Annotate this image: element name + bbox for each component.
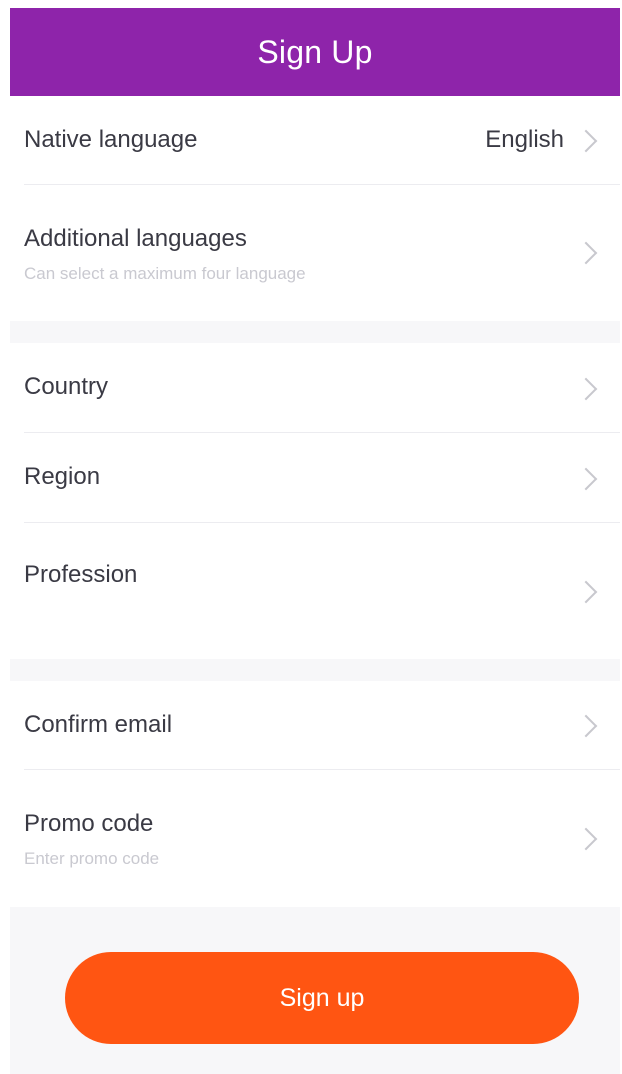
profession-row[interactable]: Profession xyxy=(10,523,620,659)
chevron-right-icon xyxy=(574,129,598,153)
region-label: Region xyxy=(24,463,101,490)
signup-button[interactable]: Sign up xyxy=(65,952,579,1044)
chevron-right-icon xyxy=(574,714,598,738)
chevron-right-icon xyxy=(574,827,598,851)
header-bar: Sign Up xyxy=(10,8,620,96)
account-group: Confirm email Promo code Enter promo cod… xyxy=(10,681,620,907)
additional-languages-label: Additional languages xyxy=(24,225,247,252)
additional-languages-row[interactable]: Additional languages Can select a maximu… xyxy=(10,185,620,321)
promo-code-placeholder[interactable]: Enter promo code xyxy=(24,849,159,869)
country-row[interactable]: Country xyxy=(10,343,620,433)
promo-code-label: Promo code xyxy=(24,810,154,837)
chevron-right-icon xyxy=(574,377,598,401)
footer: Sign up xyxy=(10,913,620,1074)
profession-label: Profession xyxy=(24,561,138,588)
chevron-right-icon xyxy=(574,241,598,265)
section-gap xyxy=(10,321,620,343)
confirm-email-row[interactable]: Confirm email xyxy=(10,681,620,770)
region-row[interactable]: Region xyxy=(10,433,620,523)
chevron-right-icon xyxy=(574,467,598,491)
section-gap xyxy=(10,659,620,681)
native-language-row[interactable]: Native language English xyxy=(10,96,620,185)
signup-screen: Sign Up Native language English Addition… xyxy=(10,8,620,1074)
country-label: Country xyxy=(24,373,109,400)
additional-languages-hint: Can select a maximum four language xyxy=(24,264,306,283)
chevron-right-icon xyxy=(574,580,598,604)
promo-code-row[interactable]: Promo code Enter promo code xyxy=(10,770,620,907)
language-group: Native language English Additional langu… xyxy=(10,96,620,321)
page-title: Sign Up xyxy=(257,33,373,70)
confirm-email-label: Confirm email xyxy=(24,711,173,738)
native-language-label: Native language xyxy=(24,126,198,153)
native-language-value: English xyxy=(485,126,564,153)
location-group: Country Region Profession xyxy=(10,343,620,659)
